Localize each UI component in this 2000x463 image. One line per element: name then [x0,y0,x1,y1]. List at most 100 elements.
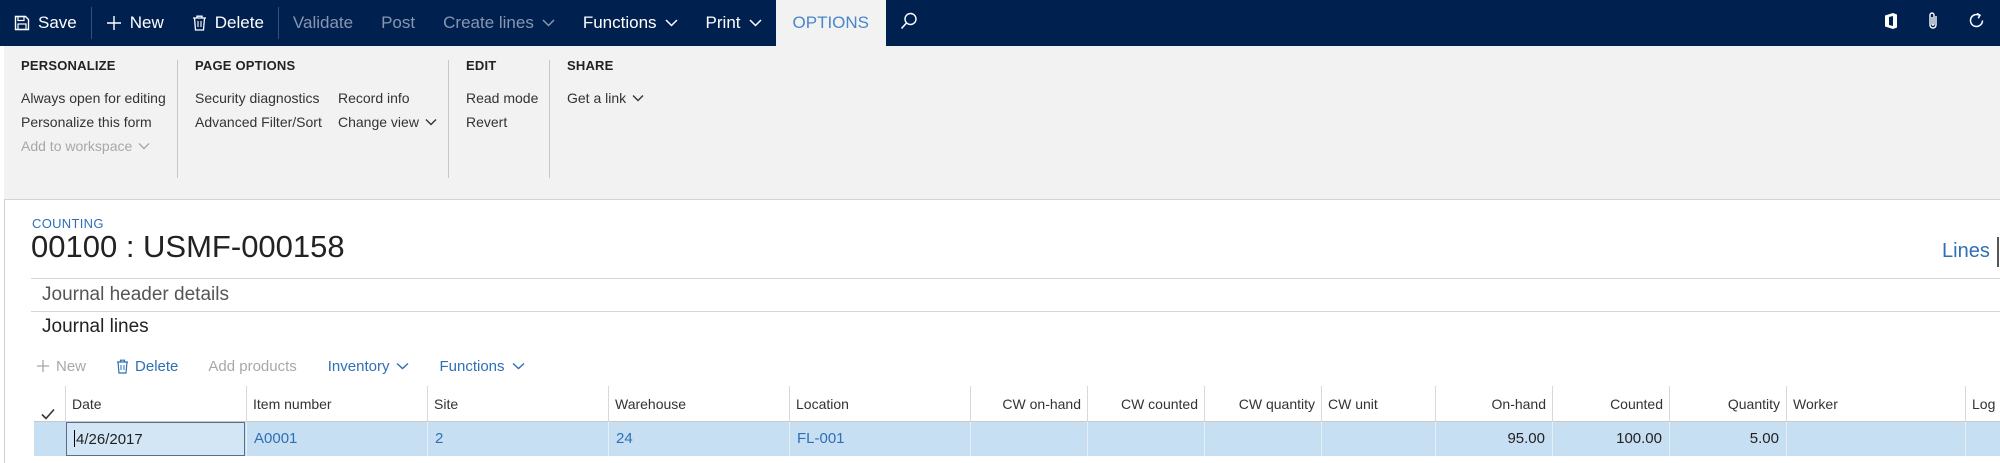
revert-button[interactable]: Revert [466,110,538,134]
create-lines-menu[interactable]: Create lines [429,0,569,46]
check-icon [41,397,55,422]
office-button[interactable] [1869,0,1913,46]
change-view-label: Change view [338,114,419,130]
fasttab-journal-lines[interactable]: Journal lines [42,316,149,338]
add-to-workspace-menu[interactable]: Add to workspace [21,134,166,158]
page-options-items-col1: Security diagnostics Advanced Filter/Sor… [195,86,322,134]
grid-toolbar: New Delete Add products Inventory Functi… [36,356,555,376]
trash-icon [192,15,207,31]
tab-options[interactable]: OPTIONS [775,0,887,46]
column-header-cw-on-hand[interactable]: CW on-hand [970,386,1087,422]
column-header-date[interactable]: Date [65,386,246,422]
site-cell[interactable]: 2 [427,422,608,456]
inventory-label: Inventory [327,357,390,375]
worker-cell[interactable] [1786,422,1965,456]
refresh-button[interactable] [1953,0,2000,46]
get-link-menu[interactable]: Get a link [567,86,644,110]
options-ribbon: PERSONALIZE Always open for editing Pers… [4,46,2000,200]
grid-delete-label: Delete [135,357,179,375]
new-button[interactable]: New [92,0,178,46]
chevron-down-icon [748,19,762,27]
row-selector[interactable] [34,422,65,456]
fasttab-divider [31,311,2000,312]
chevron-down-icon [542,19,555,27]
grid-delete-button[interactable]: Delete [116,358,178,375]
chevron-down-icon [665,19,678,27]
always-open-editing-button[interactable]: Always open for editing [21,86,166,110]
on-hand-cell[interactable]: 95.00 [1435,422,1552,456]
column-header-counted[interactable]: Counted [1552,386,1669,422]
security-diagnostics-button[interactable]: Security diagnostics [195,86,322,110]
fasttab-journal-header-details[interactable]: Journal header details [42,284,229,306]
plus-icon [36,359,50,373]
grid-new-button[interactable]: New [36,358,86,375]
read-mode-button[interactable]: Read mode [466,86,538,110]
group-personalize: PERSONALIZE [21,58,116,83]
delete-label: Delete [214,13,264,32]
page-left-border [4,200,5,463]
page-title: 00100 : USMF-000158 [31,229,345,264]
delete-button[interactable]: Delete [178,0,278,46]
group-heading: PAGE OPTIONS [195,58,296,73]
lines-link[interactable]: Lines [1942,240,1990,263]
column-header-location[interactable]: Location [789,386,970,422]
personalize-form-button[interactable]: Personalize this form [21,110,166,134]
page-options-items-col2: Record info Change view [338,86,437,134]
date-value: 4/26/2017 [76,431,143,448]
location-cell[interactable]: FL-001 [789,422,970,456]
column-header-item-number[interactable]: Item number [246,386,427,422]
column-header-on-hand[interactable]: On-hand [1435,386,1552,422]
add-products-button[interactable]: Add products [208,358,296,375]
item-number-cell[interactable]: A0001 [246,422,427,456]
attachment-button[interactable] [1913,0,1953,46]
column-header-warehouse[interactable]: Warehouse [608,386,789,422]
column-header-log[interactable]: Log [1965,386,2000,422]
validate-button[interactable]: Validate [279,0,367,46]
post-button[interactable]: Post [367,0,429,46]
chevron-down-icon [425,118,437,126]
change-view-menu[interactable]: Change view [338,110,437,134]
save-icon [14,15,30,31]
grid-functions-menu[interactable]: Functions [439,358,524,375]
table-row[interactable]: 4/26/2017 A0001 2 24 FL-001 95.00 100.00… [34,422,2000,456]
functions-label: Functions [582,13,657,32]
advanced-filter-sort-button[interactable]: Advanced Filter/Sort [195,110,322,134]
group-heading: SHARE [567,58,614,73]
cw-on-hand-cell[interactable] [970,422,1087,456]
group-heading: PERSONALIZE [21,58,116,73]
quantity-cell[interactable]: 5.00 [1669,422,1786,456]
save-label: Save [38,13,77,32]
share-items: Get a link [567,86,644,110]
group-page-options: PAGE OPTIONS [195,58,295,83]
attachment-icon [1927,11,1939,36]
print-menu[interactable]: Print [692,0,776,46]
cw-unit-cell[interactable] [1321,422,1435,456]
log-cell[interactable] [1965,422,2000,456]
add-to-workspace-label: Add to workspace [21,138,133,154]
inventory-menu[interactable]: Inventory [328,358,410,375]
edit-items: Read mode Revert [466,86,538,134]
column-header-site[interactable]: Site [427,386,608,422]
personalize-items: Always open for editing Personalize this… [21,86,166,158]
column-header-cw-quantity[interactable]: CW quantity [1204,386,1321,422]
column-header-cw-unit[interactable]: CW unit [1321,386,1435,422]
get-link-label: Get a link [567,90,627,106]
group-heading: EDIT [466,58,497,73]
grid-header: Date Item number Site Warehouse Location… [34,386,2000,422]
column-header-worker[interactable]: Worker [1786,386,1965,422]
search-button[interactable] [886,0,932,46]
grid-new-label: New [56,357,87,375]
fasttab-divider [31,278,2000,279]
column-header-cw-counted[interactable]: CW counted [1087,386,1204,422]
print-label: Print [705,13,741,32]
cw-counted-cell[interactable] [1087,422,1204,456]
counted-cell[interactable]: 100.00 [1552,422,1669,456]
cw-quantity-cell[interactable] [1204,422,1321,456]
warehouse-cell[interactable]: 24 [608,422,789,456]
save-button[interactable]: Save [0,0,91,46]
date-input[interactable]: 4/26/2017 [66,422,245,456]
record-info-button[interactable]: Record info [338,86,437,110]
select-all-checkbox[interactable] [34,386,64,422]
functions-menu[interactable]: Functions [569,0,692,46]
column-header-quantity[interactable]: Quantity [1669,386,1786,422]
